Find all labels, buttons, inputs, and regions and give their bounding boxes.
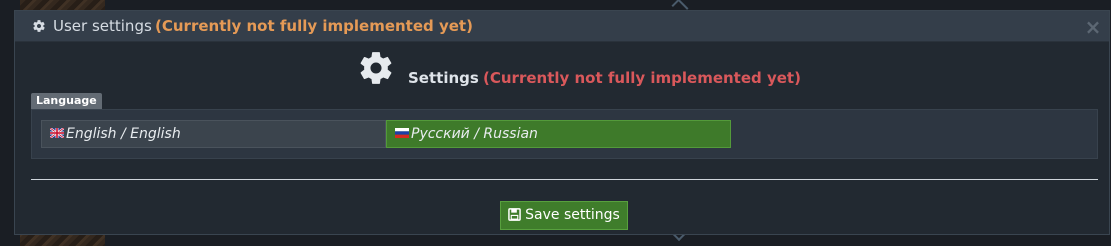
close-icon[interactable]: × (1083, 17, 1103, 37)
gear-icon (33, 20, 45, 32)
language-panel: English / English Русский / Russian (31, 109, 1098, 159)
gear-icon (360, 52, 392, 84)
divider (31, 179, 1098, 180)
save-settings-label: Save settings (525, 207, 620, 223)
uk-flag-icon (50, 128, 64, 138)
language-option-label: Русский / Russian (411, 126, 538, 142)
language-section-label: Language (31, 93, 102, 109)
save-settings-button[interactable]: Save settings (500, 201, 628, 230)
user-settings-dialog: User settings (Currently not fully imple… (14, 10, 1110, 235)
dialog-titlebar: User settings (Currently not fully imple… (15, 11, 1109, 42)
russia-flag-icon (395, 128, 409, 138)
settings-heading: Settings (408, 69, 479, 87)
floppy-disk-icon (508, 207, 521, 221)
language-option-english[interactable]: English / English (41, 120, 386, 148)
settings-heading-notice: (Currently not fully implemented yet) (483, 69, 801, 87)
language-option-label: English / English (66, 126, 181, 142)
dialog-title-notice: (Currently not fully implemented yet) (155, 17, 473, 35)
language-option-russian[interactable]: Русский / Russian (386, 120, 731, 148)
dialog-title: User settings (53, 17, 152, 35)
